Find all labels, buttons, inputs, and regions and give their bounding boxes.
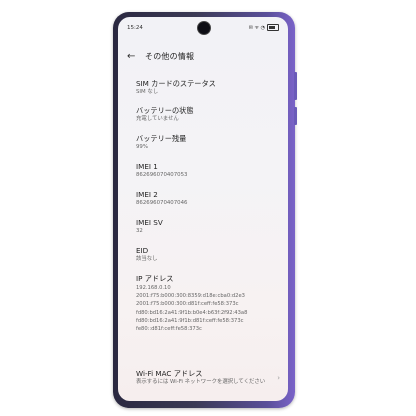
ip-line: 2001:f75:b000:300:8359:d18e:cba0:d2e3	[136, 293, 245, 300]
status-time: 15:24	[127, 25, 143, 31]
list-item-ip-address: IP アドレス 192.168.0.10 2001:f75:b000:300:8…	[136, 274, 286, 333]
power-button	[294, 107, 297, 125]
item-label: IMEI 1	[136, 162, 158, 171]
item-value: SIM なし	[136, 89, 159, 95]
list-item-sim-status[interactable]: SIM カードのステータス SIM なし	[136, 79, 286, 96]
status-icons: ✉ ᯤ ◔	[249, 24, 279, 31]
item-value: 862696070407053	[136, 172, 188, 178]
list-item-imei2: IMEI 2 862696070407046	[136, 190, 286, 207]
list-item-eid: EID 該当なし	[136, 246, 286, 263]
front-camera	[197, 21, 211, 35]
item-label: SIM カードのステータス	[136, 79, 216, 88]
item-value: 表示するには Wi-Fi ネットワークを選択してください	[136, 379, 266, 385]
item-label: IMEI SV	[136, 218, 163, 227]
page-title: その他の情報	[145, 52, 195, 61]
item-label: バッテリーの状態	[136, 106, 194, 115]
list-item-battery-level: バッテリー残量 99%	[136, 134, 286, 151]
chevron-right-icon[interactable]: ›	[277, 374, 280, 382]
list-item-battery-state: バッテリーの状態 充電していません	[136, 106, 286, 123]
item-value: 充電していません	[136, 116, 179, 122]
item-value: 該当なし	[136, 256, 158, 262]
item-label: IP アドレス	[136, 274, 174, 283]
back-arrow-icon[interactable]: ←	[127, 50, 135, 64]
item-label: EID	[136, 246, 149, 255]
phone-device: 15:24 ✉ ᯤ ◔ ← その他の情報 SIM カードのステータス SIM な…	[113, 12, 297, 408]
list-item-imei-sv: IMEI SV 32	[136, 218, 286, 235]
ip-line: fd80:bd16:2a41:9f1b:b0e4:b63f:2f92:43a8	[136, 309, 248, 316]
app-bar: ← その他の情報	[118, 50, 288, 66]
list-item-wifi-mac[interactable]: Wi-Fi MAC アドレス 表示するには Wi-Fi ネットワークを選択してく…	[136, 369, 286, 386]
item-label: IMEI 2	[136, 190, 158, 199]
list-item-imei1: IMEI 1 862696070407053	[136, 162, 286, 179]
status-icons-glyphs: ✉ ᯤ ◔	[248, 24, 265, 31]
ip-line: fd80:bd16:2a41:9f1b:d81f:ceff:fe58:373c	[136, 317, 244, 324]
item-value: 99%	[136, 144, 148, 150]
battery-icon	[267, 24, 279, 31]
ip-line: 2001:f75:b000:300:d81f:ceff:fe58:373c	[136, 301, 239, 308]
phone-screen: 15:24 ✉ ᯤ ◔ ← その他の情報 SIM カードのステータス SIM な…	[118, 17, 288, 401]
item-value: 862696070407046	[136, 200, 188, 206]
volume-button	[294, 72, 297, 100]
ip-line: 192.168.0.10	[136, 285, 171, 291]
item-value: 32	[136, 228, 143, 234]
item-label: Wi-Fi MAC アドレス	[136, 369, 203, 378]
ip-line: fe80::d81f:ceff:fe58:373c	[136, 326, 202, 333]
item-label: バッテリー残量	[136, 134, 187, 143]
